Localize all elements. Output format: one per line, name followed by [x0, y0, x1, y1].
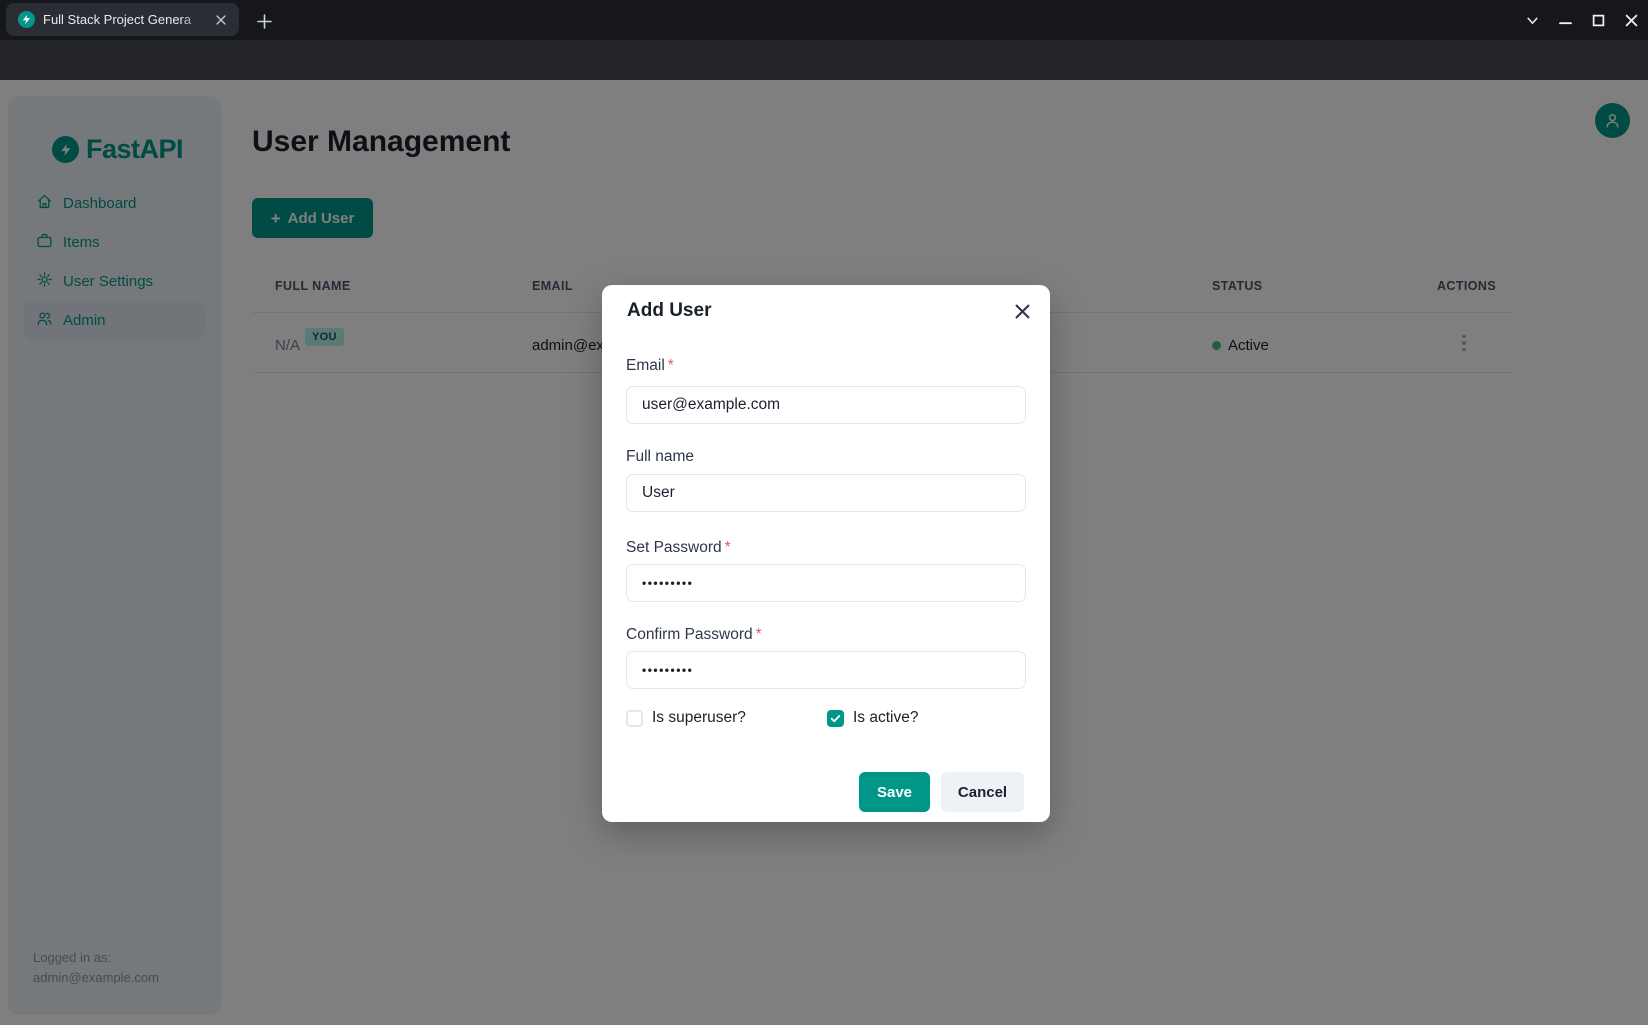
- email-field[interactable]: [626, 386, 1026, 424]
- email-label: Email*: [626, 357, 674, 375]
- browser-titlebar: Full Stack Project Genera: [0, 0, 1648, 40]
- confirm-password-label: Confirm Password*: [626, 626, 762, 644]
- checkbox-unchecked-icon: [626, 710, 643, 727]
- confirm-password-field[interactable]: [626, 651, 1026, 689]
- fastapi-favicon-icon: [18, 11, 35, 28]
- is-active-checkbox[interactable]: Is active?: [827, 709, 918, 727]
- window-minimize-icon[interactable]: [1556, 11, 1574, 29]
- checkbox-checked-icon: [827, 710, 844, 727]
- required-mark: *: [668, 357, 674, 374]
- window-close-icon[interactable]: [1622, 11, 1640, 29]
- required-mark: *: [725, 539, 731, 556]
- browser-tab[interactable]: Full Stack Project Genera: [6, 3, 239, 36]
- is-superuser-checkbox[interactable]: Is superuser?: [626, 709, 746, 727]
- save-button[interactable]: Save: [859, 772, 930, 812]
- window-maximize-icon[interactable]: [1589, 11, 1607, 29]
- set-password-label: Set Password*: [626, 539, 731, 557]
- full-name-field[interactable]: [626, 474, 1026, 512]
- checkbox-row: Is superuser? Is active?: [626, 709, 1026, 729]
- page-viewport: FastAPI Dashboard Items User Settings: [0, 80, 1648, 1025]
- tab-title: Full Stack Project Genera: [43, 12, 207, 27]
- modal-title: Add User: [627, 300, 711, 322]
- tab-close-icon[interactable]: [211, 10, 231, 30]
- required-mark: *: [756, 626, 762, 643]
- browser-toolbar: localhost/admin 1: [0, 40, 1648, 80]
- add-user-modal: Add User Email* Full name Set Password* …: [602, 285, 1050, 822]
- close-icon[interactable]: [1008, 297, 1036, 325]
- tab-search-chevron-icon[interactable]: [1523, 11, 1541, 29]
- set-password-field[interactable]: [626, 564, 1026, 602]
- cancel-button[interactable]: Cancel: [941, 772, 1024, 812]
- new-tab-icon[interactable]: [254, 11, 274, 31]
- full-name-label: Full name: [626, 448, 694, 466]
